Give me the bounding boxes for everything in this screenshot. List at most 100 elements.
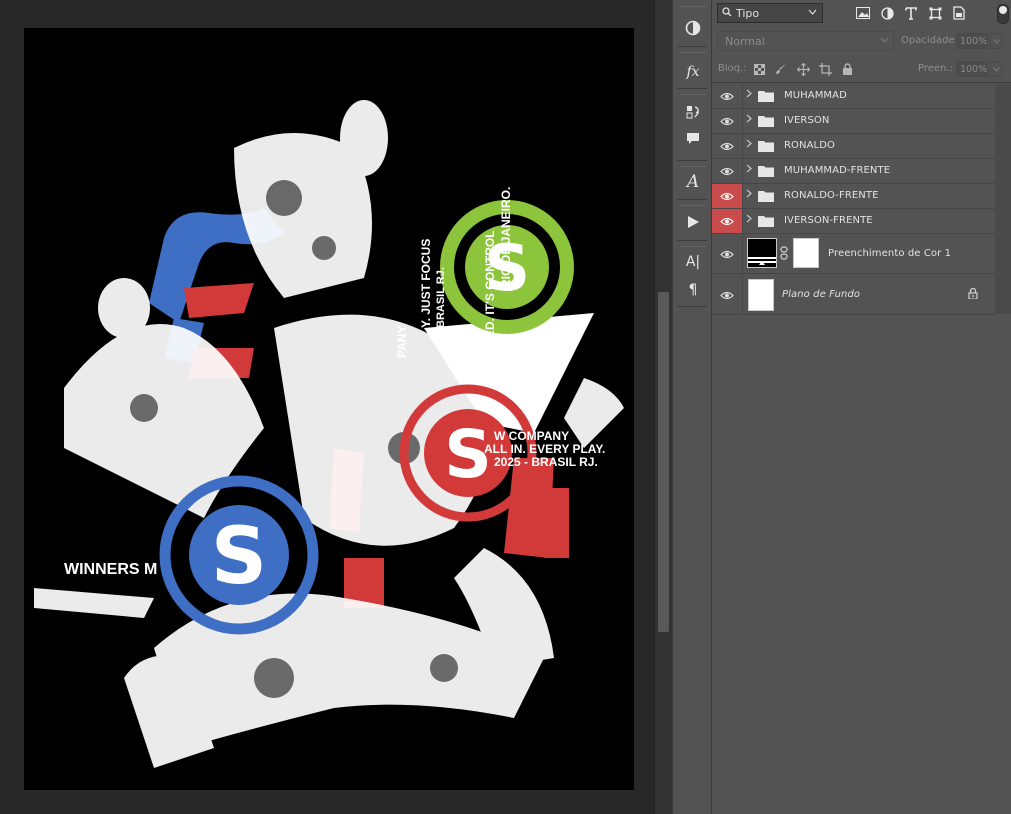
opacity-input[interactable]: 100% [956, 33, 988, 49]
layer-row-iverson-frente[interactable]: IVERSON-FRENTE [712, 209, 995, 234]
folder-icon [758, 90, 774, 105]
chevron-down-icon [880, 36, 889, 46]
grip-handle[interactable] [681, 166, 705, 169]
artwork-illustration: S S S WINNERS M W COMPANY ALL IN. EVERY … [24, 28, 634, 790]
layer-mask-thumbnail[interactable] [793, 238, 819, 268]
layers-empty-area [712, 316, 1011, 814]
chevron-right-icon[interactable] [746, 214, 752, 226]
layer-thumbnail[interactable] [747, 238, 777, 268]
pixel-filter-icon[interactable] [855, 5, 871, 21]
brasil-vertical-text: BRASIL RJ. [435, 267, 447, 328]
grip-handle[interactable] [681, 52, 705, 55]
layer-row-color-fill[interactable]: Preenchimento de Cor 1 [712, 234, 995, 274]
chevron-down-icon[interactable] [990, 61, 1002, 77]
layers-scrollbar[interactable] [995, 84, 1011, 314]
eye-icon[interactable] [712, 109, 742, 133]
layer-name: RONALDO [784, 140, 835, 151]
layers-panel: Tipo Normal Opacidade: 100% Bloq.: Preen… [712, 0, 1011, 814]
chevron-right-icon[interactable] [746, 89, 752, 101]
layer-filter-select[interactable]: Tipo [717, 3, 823, 23]
eye-icon[interactable] [712, 209, 742, 233]
eye-icon[interactable] [712, 134, 742, 158]
all-in-text: ALL IN. EVERY PLAY. [484, 442, 605, 456]
comment-icon[interactable] [680, 126, 706, 150]
search-icon [718, 6, 736, 20]
lock-row: Bloq.: Preen.: 100% [712, 56, 1011, 83]
lock-icon[interactable] [840, 62, 854, 76]
adjustment-filter-icon[interactable] [879, 5, 895, 21]
folder-icon [758, 190, 774, 205]
glyph-icon[interactable]: A [680, 170, 706, 194]
layer-filter-label: Tipo [736, 6, 760, 20]
character-icon[interactable]: A| [680, 250, 706, 274]
chevron-right-icon[interactable] [746, 114, 752, 126]
artboard-lock-icon[interactable] [818, 62, 832, 76]
history-icon[interactable] [680, 100, 706, 124]
folder-icon [758, 215, 774, 230]
layer-row-ronaldo-frente[interactable]: RONALDO-FRENTE [712, 184, 995, 209]
control-text: ED. IT'S CONTROL [483, 230, 497, 338]
layer-row-ronaldo[interactable]: RONALDO [712, 134, 995, 159]
folder-icon [758, 140, 774, 155]
just-focus-text: Y. JUST FOCUS [419, 239, 433, 328]
move-icon[interactable] [796, 62, 810, 76]
fill-input[interactable]: 100% [956, 61, 988, 77]
artboard[interactable]: S S S WINNERS M W COMPANY ALL IN. EVERY … [24, 28, 634, 790]
chevron-right-icon[interactable] [746, 189, 752, 201]
chevron-down-icon [808, 8, 822, 18]
rio-text: RIO DE JANEIRO. [499, 187, 513, 288]
chevron-right-icon[interactable] [746, 164, 752, 176]
opacity-label: Opacidade: [901, 35, 958, 46]
fx-icon[interactable]: fx [680, 60, 706, 84]
layer-row-muhammad-frente[interactable]: MUHAMMAD-FRENTE [712, 159, 995, 184]
blend-mode-value: Normal [725, 34, 765, 48]
folder-icon [758, 115, 774, 130]
blend-row: Normal Opacidade: 100% [712, 30, 1011, 54]
chevron-down-icon[interactable] [990, 33, 1002, 49]
eye-icon[interactable] [712, 159, 742, 183]
scrollbar-thumb[interactable] [658, 292, 669, 632]
canvas-scrollbar[interactable] [654, 0, 673, 814]
grip-handle[interactable] [681, 246, 705, 249]
eye-icon[interactable] [712, 84, 742, 108]
panel-tool-strip: fx A A| ¶ [672, 0, 712, 814]
filter-toggle[interactable] [997, 4, 1009, 24]
shape-filter-icon[interactable] [927, 5, 943, 21]
layer-thumbnail[interactable] [748, 279, 774, 311]
eye-icon[interactable] [712, 275, 742, 315]
filter-row: Tipo [712, 0, 1011, 28]
layer-row-background[interactable]: Plano de Fundo [712, 275, 995, 315]
eye-icon[interactable] [712, 234, 742, 274]
eye-icon[interactable] [712, 184, 742, 208]
lock-transparent-icon[interactable] [752, 62, 766, 76]
layer-name: RONALDO-FRENTE [784, 190, 879, 201]
canvas-area[interactable]: S S S WINNERS M W COMPANY ALL IN. EVERY … [0, 0, 654, 814]
layer-row-muhammad[interactable]: MUHAMMAD [712, 84, 995, 109]
layer-name: Preenchimento de Cor 1 [828, 248, 952, 259]
blue-logo-letter: S [211, 512, 267, 602]
fill-label: Preen.: [918, 63, 953, 74]
layer-row-iverson[interactable]: IVERSON [712, 109, 995, 134]
lock-icon[interactable] [968, 287, 978, 302]
grip-handle[interactable] [681, 205, 705, 208]
link-icon[interactable] [780, 246, 788, 263]
adjust-icon[interactable] [680, 16, 706, 40]
chevron-right-icon[interactable] [746, 139, 752, 151]
play-icon[interactable] [680, 210, 706, 234]
type-filter-icon[interactable] [903, 5, 919, 21]
smart-object-filter-icon[interactable] [951, 5, 967, 21]
layer-name: IVERSON-FRENTE [784, 215, 873, 226]
paragraph-icon[interactable]: ¶ [680, 278, 706, 302]
grip-handle[interactable] [681, 94, 705, 97]
layer-name: MUHAMMAD [784, 90, 847, 101]
company-text: W COMPANY [494, 429, 569, 443]
year-text: 2025 - BRASIL RJ. [494, 455, 598, 469]
winners-text: WINNERS M [64, 561, 157, 578]
folder-icon [758, 165, 774, 180]
layer-name: IVERSON [784, 115, 830, 126]
company-vertical-text: PANY [395, 326, 409, 358]
grip-handle[interactable] [681, 6, 705, 9]
brush-icon[interactable] [774, 62, 788, 76]
blend-mode-select[interactable]: Normal [717, 31, 894, 51]
layer-name: MUHAMMAD-FRENTE [784, 165, 891, 176]
